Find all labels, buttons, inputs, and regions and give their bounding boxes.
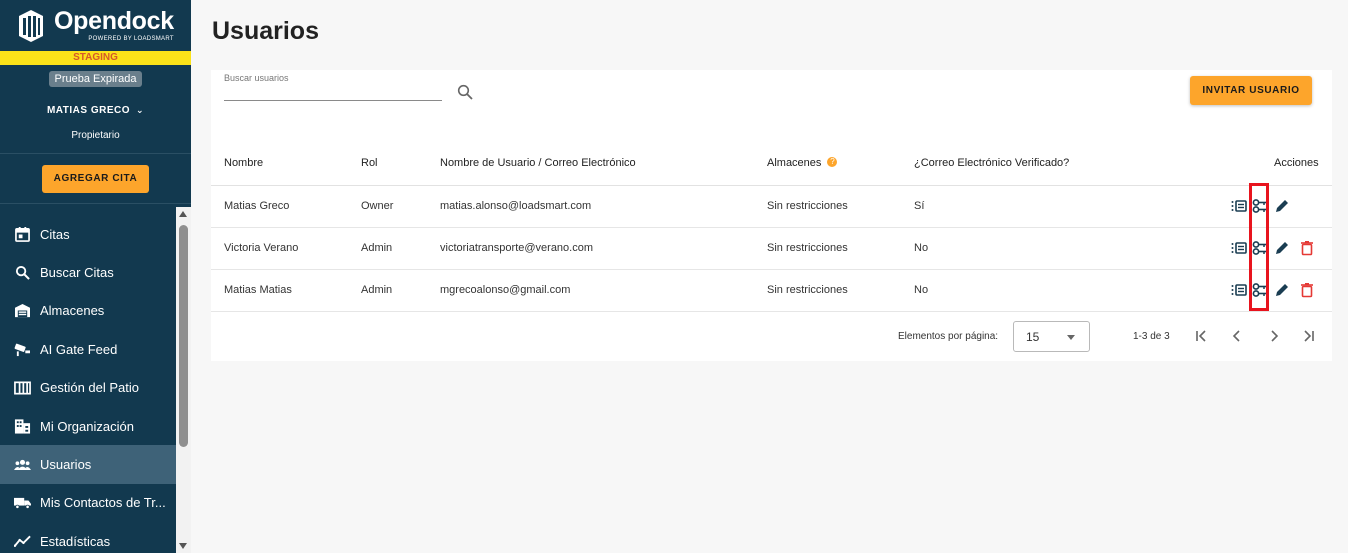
header-name[interactable]: Nombre xyxy=(224,157,263,169)
sidebar-item-label: Almacenes xyxy=(40,303,105,319)
sidebar-item-label: Citas xyxy=(40,226,70,242)
scroll-down-arrow-icon[interactable] xyxy=(179,543,187,549)
cell-role: Admin xyxy=(361,242,393,254)
sidebar-nav: Citas Buscar Citas Almacenes AI Gate Fee… xyxy=(0,215,176,553)
cell-warehouses: Sin restricciones xyxy=(767,242,848,254)
edit-pencil-icon[interactable] xyxy=(1274,198,1290,214)
help-icon[interactable]: ? xyxy=(827,157,838,167)
sidebar-item-citas[interactable]: Citas xyxy=(0,215,176,253)
cell-warehouses: Sin restricciones xyxy=(767,200,848,212)
audit-log-icon[interactable] xyxy=(1231,240,1247,256)
first-page-icon[interactable] xyxy=(1193,328,1209,344)
sidebar-item-buscar-citas[interactable]: Buscar Citas xyxy=(0,253,176,291)
user-block: MATIAS GRECO ⌄ Propietario xyxy=(0,91,191,154)
page-title: Usuarios xyxy=(212,17,319,45)
last-page-icon[interactable] xyxy=(1301,328,1317,344)
cell-verified: No xyxy=(914,284,929,296)
invite-user-button[interactable]: INVITAR USUARIO xyxy=(1190,76,1312,105)
trial-badge: Prueba Expirada xyxy=(48,71,143,87)
cell-email: mgrecoalonso@gmail.com xyxy=(440,284,571,296)
brand-logo[interactable]: Opendock POWERED BY LOADSMART xyxy=(0,0,191,51)
sidebar-item-label: Buscar Citas xyxy=(40,265,114,281)
sidebar-item-label: Mis Contactos de Tr... xyxy=(40,495,166,511)
user-menu[interactable]: MATIAS GRECO ⌄ xyxy=(0,91,191,116)
brand-name: Opendock xyxy=(54,7,174,35)
table-row: Matias Matias Admin mgrecoalonso@gmail.c… xyxy=(211,270,1332,312)
highlight-box xyxy=(1249,183,1269,311)
per-page-select[interactable]: 15 xyxy=(1013,321,1090,352)
cell-name: Matias Greco xyxy=(224,200,290,212)
yard-icon xyxy=(14,379,31,396)
cell-verified: Sí xyxy=(914,200,925,212)
env-banner: STAGING xyxy=(0,51,191,65)
header-email[interactable]: Nombre de Usuario / Correo Electrónico xyxy=(440,157,636,169)
page-range: 1-3 de 3 xyxy=(1133,331,1170,342)
sidebar-item-almacenes[interactable]: Almacenes xyxy=(0,292,176,330)
header-verified[interactable]: ¿Correo Electrónico Verificado? xyxy=(914,157,1069,169)
sidebar-item-gestion-patio[interactable]: Gestión del Patio xyxy=(0,369,176,407)
chevron-down-icon: ⌄ xyxy=(136,105,145,115)
sidebar-scrollbar[interactable] xyxy=(176,207,191,553)
user-name: MATIAS GRECO xyxy=(46,105,130,116)
audit-log-icon[interactable] xyxy=(1231,198,1247,214)
cell-role: Admin xyxy=(361,284,393,296)
table-row: Matias Greco Owner matias.alonso@loadsma… xyxy=(211,186,1332,228)
cell-email: matias.alonso@loadsmart.com xyxy=(440,200,592,212)
sidebar-item-contactos[interactable]: Mis Contactos de Tr... xyxy=(0,484,176,522)
truck-icon xyxy=(14,494,31,511)
cell-name: Victoria Verano xyxy=(224,242,299,254)
cell-email: victoriatransporte@verano.com xyxy=(440,242,594,254)
scroll-up-arrow-icon[interactable] xyxy=(179,211,187,217)
search-underline xyxy=(224,100,442,101)
scroll-thumb[interactable] xyxy=(179,225,188,447)
delete-trash-icon[interactable] xyxy=(1299,240,1315,256)
audit-log-icon[interactable] xyxy=(1231,282,1247,298)
delete-trash-icon[interactable] xyxy=(1299,282,1315,298)
cell-name: Matias Matias xyxy=(224,284,292,296)
caret-down-icon xyxy=(1067,335,1075,340)
camera-icon xyxy=(14,341,31,358)
previous-page-icon[interactable] xyxy=(1229,328,1245,344)
chart-icon xyxy=(14,533,31,550)
main-content: Usuarios Buscar usuarios INVITAR USUARIO… xyxy=(191,0,1348,553)
table-row: Victoria Verano Admin victoriatransporte… xyxy=(211,228,1332,270)
sidebar-item-label: Mi Organización xyxy=(40,418,134,434)
sidebar-item-mi-organizacion[interactable]: Mi Organización xyxy=(0,407,176,445)
calendar-icon xyxy=(14,226,31,243)
sidebar-item-ai-gate-feed[interactable]: AI Gate Feed xyxy=(0,330,176,368)
sidebar-item-label: AI Gate Feed xyxy=(40,341,118,357)
header-warehouses-label[interactable]: Almacenes xyxy=(767,157,821,169)
search-label: Buscar usuarios xyxy=(224,73,289,83)
opendock-logo-icon xyxy=(19,9,43,42)
header-actions: Acciones xyxy=(1274,157,1319,169)
search-icon[interactable] xyxy=(457,84,473,100)
user-role: Propietario xyxy=(71,130,120,141)
users-icon xyxy=(14,456,31,473)
search-icon xyxy=(14,264,31,281)
per-page-value: 15 xyxy=(1026,330,1040,344)
edit-pencil-icon[interactable] xyxy=(1274,282,1290,298)
edit-pencil-icon[interactable] xyxy=(1274,240,1290,256)
sidebar-item-label: Usuarios xyxy=(40,457,92,473)
sidebar-item-usuarios[interactable]: Usuarios xyxy=(0,445,176,484)
warehouse-icon xyxy=(14,302,31,319)
search-input[interactable] xyxy=(224,84,442,100)
users-card: Buscar usuarios INVITAR USUARIO Nombre R… xyxy=(211,70,1332,361)
cell-verified: No xyxy=(914,242,929,254)
brand-tagline: POWERED BY LOADSMART xyxy=(88,36,174,42)
per-page-label: Elementos por página: xyxy=(898,331,999,342)
next-page-icon[interactable] xyxy=(1266,328,1282,344)
header-warehouses: Almacenes ? xyxy=(767,157,838,169)
sidebar-item-estadisticas[interactable]: Estadísticas xyxy=(0,522,176,553)
sidebar: Opendock POWERED BY LOADSMART STAGING Pr… xyxy=(0,0,191,553)
header-role[interactable]: Rol xyxy=(361,157,378,169)
building-icon xyxy=(14,418,31,435)
cell-warehouses: Sin restricciones xyxy=(767,284,848,296)
cell-role: Owner xyxy=(361,200,394,212)
sidebar-item-label: Gestión del Patio xyxy=(40,380,140,396)
sidebar-item-label: Estadísticas xyxy=(40,533,111,549)
add-appointment-button[interactable]: AGREGAR CITA xyxy=(42,164,149,193)
